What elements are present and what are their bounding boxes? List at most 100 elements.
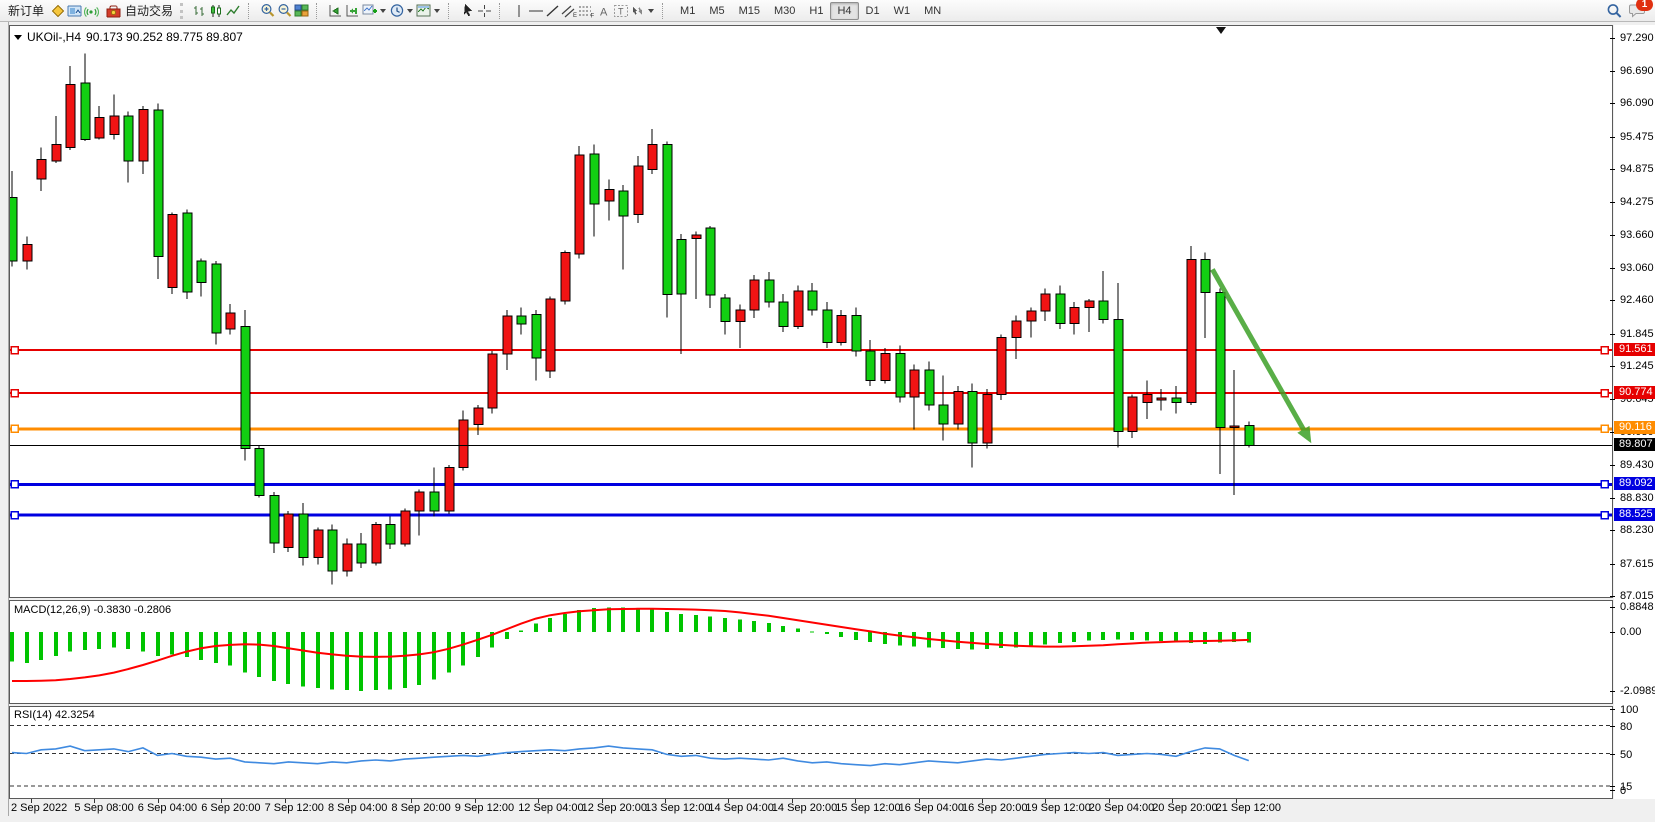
- price-axis-label: 96.690: [1620, 65, 1654, 77]
- candle-body: [1245, 426, 1254, 446]
- candle-body: [37, 160, 46, 180]
- candle-body: [66, 85, 75, 148]
- timeframe-h4-button[interactable]: H4: [830, 2, 858, 20]
- channel-icon[interactable]: E: [561, 3, 578, 19]
- chart-shift-icon[interactable]: [344, 3, 361, 19]
- macd-bar: [272, 632, 276, 681]
- macd-bar: [1072, 632, 1076, 642]
- rsi-pane[interactable]: [9, 706, 1613, 799]
- periods-dropdown-icon[interactable]: [407, 9, 413, 13]
- level-handle[interactable]: [11, 481, 18, 488]
- candle-body: [1012, 321, 1021, 337]
- timeframe-w1-button[interactable]: W1: [887, 2, 918, 20]
- candle-body: [910, 370, 919, 397]
- zoom-out-icon[interactable]: [276, 3, 293, 19]
- time-axis-label: 6 Sep 04:00: [138, 802, 197, 814]
- level-handle[interactable]: [11, 512, 18, 519]
- time-axis-label: 16 Sep 20:00: [962, 802, 1027, 814]
- macd-axis-label: -2.0989: [1620, 685, 1655, 697]
- price-axis-tick: [1610, 498, 1615, 499]
- candle-body: [474, 408, 483, 425]
- price-axis-tick: [1610, 300, 1615, 301]
- rsi-axis-label: 50: [1620, 749, 1632, 761]
- level-handle[interactable]: [11, 347, 18, 354]
- macd-bar: [345, 632, 349, 690]
- macd-bar: [54, 632, 58, 656]
- indicators-icon[interactable]: [361, 3, 378, 19]
- crosshair-icon[interactable]: [476, 3, 493, 19]
- macd-bar: [738, 619, 742, 632]
- candle-body: [619, 191, 628, 216]
- timeframe-d1-button[interactable]: D1: [859, 2, 887, 20]
- market-watch-icon[interactable]: [49, 3, 66, 19]
- level-handle[interactable]: [11, 390, 18, 397]
- vertical-line-icon[interactable]: [510, 3, 527, 19]
- level-handle[interactable]: [11, 425, 18, 432]
- macd-pane[interactable]: [9, 600, 1613, 704]
- zoom-in-icon[interactable]: [259, 3, 276, 19]
- line-chart-icon[interactable]: [225, 3, 242, 19]
- level-handle[interactable]: [1601, 481, 1608, 488]
- macd-bar: [476, 632, 480, 657]
- timeframe-mn-button[interactable]: MN: [917, 2, 948, 20]
- price-axis-tick: [1610, 169, 1615, 170]
- arrows-icon[interactable]: [629, 3, 646, 19]
- horizontal-line-icon[interactable]: [527, 3, 544, 19]
- macd-bar: [665, 612, 669, 632]
- timeframe-m1-button[interactable]: M1: [673, 2, 702, 20]
- arrows-dropdown-icon[interactable]: [648, 9, 654, 13]
- level-handle[interactable]: [1601, 347, 1608, 354]
- periods-icon[interactable]: [388, 3, 405, 19]
- chart-shift-marker[interactable]: [1216, 27, 1226, 34]
- navigator-icon[interactable]: [66, 3, 83, 19]
- rsi-label: RSI(14) 42.3254: [14, 709, 95, 721]
- text-icon[interactable]: A: [595, 3, 612, 19]
- chart-title: UKOil-,H4 90.173 90.252 89.775 89.807: [14, 30, 243, 44]
- candle-body: [736, 310, 745, 321]
- trend-arrow[interactable]: [1212, 269, 1311, 443]
- timeframe-h1-button[interactable]: H1: [802, 2, 830, 20]
- fibonacci-icon[interactable]: F: [578, 3, 595, 19]
- autotrading-button[interactable]: 自动交易: [100, 0, 178, 21]
- candlestick-chart-icon[interactable]: [208, 3, 225, 19]
- label-icon[interactable]: T: [612, 3, 629, 19]
- chat-icon[interactable]: 1: [1629, 3, 1646, 19]
- search-icon[interactable]: [1606, 3, 1623, 19]
- candle-body: [634, 166, 643, 214]
- time-axis-label: 6 Sep 20:00: [201, 802, 260, 814]
- templates-dropdown-icon[interactable]: [434, 9, 440, 13]
- signals-icon[interactable]: [83, 3, 100, 19]
- tile-windows-icon[interactable]: [293, 3, 310, 19]
- level-handle[interactable]: [1601, 390, 1608, 397]
- rsi-axis-label: 100: [1620, 704, 1638, 716]
- level-handle[interactable]: [1601, 512, 1608, 519]
- new-order-button[interactable]: 新订单: [3, 0, 49, 21]
- macd-axis-label: 0.00: [1620, 626, 1641, 638]
- symbol-dropdown-icon[interactable]: [14, 35, 22, 40]
- timeframe-m30-button[interactable]: M30: [767, 2, 802, 20]
- indicators-dropdown-icon[interactable]: [380, 9, 386, 13]
- candle-body: [328, 530, 337, 571]
- macd-bar: [83, 632, 87, 650]
- toolbar-grip[interactable]: [180, 3, 187, 19]
- rsi-axis-tick: [1610, 709, 1615, 710]
- trendline-icon[interactable]: [544, 3, 561, 19]
- time-axis-label: 20 Sep 20:00: [1152, 802, 1217, 814]
- time-axis[interactable]: 2 Sep 20225 Sep 08:006 Sep 04:006 Sep 20…: [9, 799, 1655, 816]
- timeframe-m15-button[interactable]: M15: [732, 2, 767, 20]
- auto-scroll-icon[interactable]: [327, 3, 344, 19]
- macd-bar: [25, 632, 29, 663]
- macd-bar: [301, 632, 305, 687]
- candle-body: [459, 420, 468, 468]
- price-pane[interactable]: [9, 25, 1613, 598]
- candle-body: [270, 495, 279, 543]
- bar-chart-icon[interactable]: [191, 3, 208, 19]
- price-axis[interactable]: 97.29096.69096.09095.47594.87594.27593.6…: [1614, 25, 1655, 799]
- candle-body: [1172, 398, 1181, 402]
- level-handle[interactable]: [1601, 425, 1608, 432]
- cursor-icon[interactable]: [459, 3, 476, 19]
- time-axis-label: 20 Sep 04:00: [1089, 802, 1154, 814]
- timeframe-m5-button[interactable]: M5: [702, 2, 731, 20]
- templates-icon[interactable]: [415, 3, 432, 19]
- macd-bar: [970, 632, 974, 649]
